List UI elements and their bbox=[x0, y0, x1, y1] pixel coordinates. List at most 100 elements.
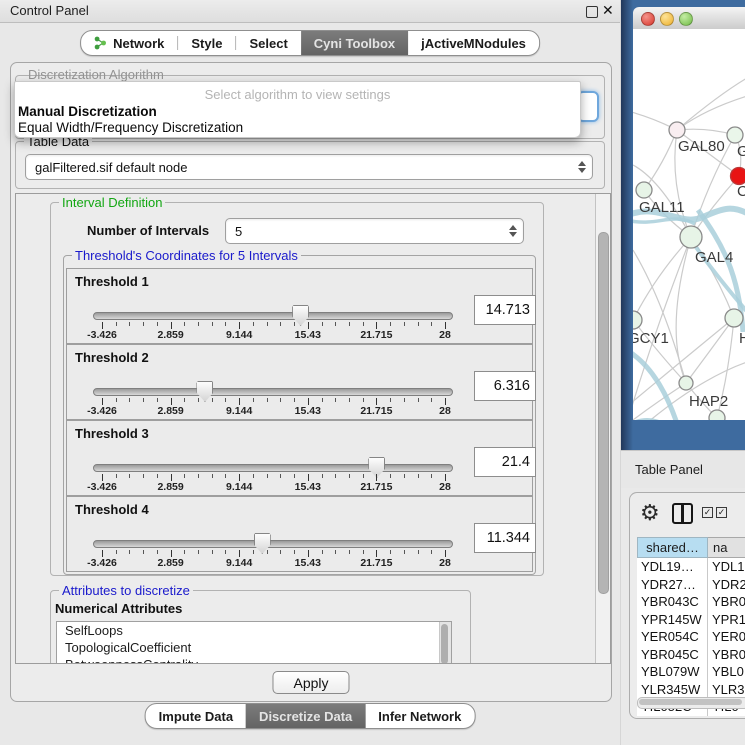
attribute-item[interactable]: TopologicalCoefficient bbox=[57, 639, 451, 656]
network-edge[interactable] bbox=[676, 237, 691, 383]
column-header-shared-name[interactable]: shared… bbox=[637, 537, 708, 558]
threshold-value-field[interactable] bbox=[474, 295, 536, 325]
horizontal-scrollbar[interactable] bbox=[637, 697, 745, 709]
attributes-group: Attributes to discretize Numerical Attri… bbox=[50, 590, 471, 664]
cell-name[interactable]: YLR3 bbox=[708, 681, 745, 699]
network-node-hap2[interactable] bbox=[679, 376, 693, 390]
cell-shared-name[interactable]: YDR27… bbox=[637, 576, 708, 594]
table-row[interactable]: YDR27…YDR2 bbox=[637, 576, 745, 594]
cell-name[interactable]: YER0 bbox=[708, 628, 745, 646]
tab-impute-data[interactable]: Impute Data bbox=[146, 704, 246, 728]
attribute-item[interactable]: SelfLoops bbox=[57, 622, 451, 639]
cell-shared-name[interactable]: YLR345W bbox=[637, 681, 708, 699]
cell-shared-name[interactable]: YBR043C bbox=[637, 593, 708, 611]
cell-shared-name[interactable]: YBL079W bbox=[637, 663, 708, 681]
algorithm-option-manual-discretization[interactable]: Manual Discretization bbox=[18, 104, 157, 119]
network-node[interactable] bbox=[709, 410, 725, 420]
table-row[interactable]: YBL079WYBL0 bbox=[637, 663, 745, 681]
algorithm-option-equal-width-frequency-discretization[interactable]: Equal Width/Frequency Discretization bbox=[18, 120, 243, 135]
cell-shared-name[interactable]: YER054C bbox=[637, 628, 708, 646]
network-edge[interactable] bbox=[677, 129, 735, 135]
threshold-value-field[interactable] bbox=[474, 447, 536, 477]
threshold-value-field[interactable] bbox=[474, 523, 536, 553]
network-edge-thick[interactable] bbox=[633, 347, 685, 420]
zoom-traffic-light-icon[interactable] bbox=[679, 12, 693, 26]
tab-style[interactable]: Style bbox=[178, 31, 235, 55]
minor-tick bbox=[116, 322, 117, 326]
network-edge[interactable] bbox=[677, 96, 745, 130]
cell-name[interactable]: YBR0 bbox=[708, 593, 745, 611]
cell-name[interactable]: YDR2 bbox=[708, 576, 745, 594]
minor-tick bbox=[116, 550, 117, 554]
slider-thumb[interactable] bbox=[254, 533, 271, 554]
cell-shared-name[interactable]: YPR145W bbox=[637, 611, 708, 629]
minor-tick bbox=[184, 474, 185, 478]
threshold-label: Threshold 1 bbox=[75, 274, 149, 289]
cell-name[interactable]: YDL1 bbox=[708, 558, 745, 576]
minor-tick bbox=[280, 550, 281, 554]
scrollbar-thumb[interactable] bbox=[441, 624, 448, 664]
minor-tick bbox=[404, 398, 405, 402]
vertical-scrollbar[interactable] bbox=[595, 194, 610, 663]
table-data-combobox[interactable]: galFiltered.sif default node bbox=[25, 154, 593, 180]
algorithm-placeholder-option[interactable]: Select algorithm to view settings bbox=[15, 87, 580, 102]
network-canvas[interactable]: GAL80GACGAL11GAL4GCY1HHAP2 bbox=[633, 29, 745, 420]
tab-infer-network[interactable]: Infer Network bbox=[365, 704, 474, 728]
slider-track[interactable] bbox=[93, 312, 453, 320]
network-edge[interactable] bbox=[633, 237, 691, 320]
network-node-gcy1[interactable] bbox=[633, 311, 642, 329]
cell-name[interactable]: YPR1 bbox=[708, 611, 745, 629]
bottom-tab-bar: Impute DataDiscretize DataInfer Network bbox=[145, 703, 476, 729]
number-of-intervals-value: 5 bbox=[235, 224, 242, 239]
scrollbar-thumb[interactable] bbox=[598, 232, 609, 594]
table-row[interactable]: YDL19…YDL1 bbox=[637, 558, 745, 576]
slider-track[interactable] bbox=[93, 540, 453, 548]
slider-track[interactable] bbox=[93, 464, 453, 472]
numerical-attributes-list[interactable]: SelfLoopsTopologicalCoefficientBetweenne… bbox=[56, 621, 452, 664]
tab-discretize-data[interactable]: Discretize Data bbox=[246, 704, 365, 728]
network-node-ga[interactable] bbox=[727, 127, 743, 143]
network-node-gal11[interactable] bbox=[636, 182, 652, 198]
major-tick bbox=[239, 398, 240, 405]
close-traffic-light-icon[interactable] bbox=[641, 12, 655, 26]
table-row[interactable]: YBR045CYBR0 bbox=[637, 646, 745, 664]
checkbox-icon[interactable]: ✓ bbox=[702, 507, 713, 518]
minor-tick bbox=[157, 474, 158, 478]
tab-cyni-toolbox[interactable]: Cyni Toolbox bbox=[301, 31, 408, 55]
number-of-intervals-combobox[interactable]: 5 bbox=[225, 218, 524, 244]
cell-shared-name[interactable]: YDL19… bbox=[637, 558, 708, 576]
network-edge[interactable] bbox=[644, 130, 677, 190]
network-node-gal80[interactable] bbox=[669, 122, 685, 138]
table-row[interactable]: YPR145WYPR1 bbox=[637, 611, 745, 629]
network-node-h[interactable] bbox=[725, 309, 743, 327]
table-row[interactable]: YBR043CYBR0 bbox=[637, 593, 745, 611]
cell-name[interactable]: YBL0 bbox=[708, 663, 745, 681]
minor-tick bbox=[184, 398, 185, 402]
tick-label: 9.144 bbox=[226, 405, 252, 417]
column-layout-icon[interactable] bbox=[672, 503, 693, 524]
table-row[interactable]: YLR345WYLR3 bbox=[637, 681, 745, 699]
minor-tick bbox=[335, 398, 336, 402]
tab-label: Cyni Toolbox bbox=[314, 36, 395, 51]
tab-jactivemnodules[interactable]: jActiveMNodules bbox=[408, 31, 539, 55]
threshold-value-field[interactable] bbox=[474, 371, 536, 401]
checkbox-icon[interactable]: ✓ bbox=[716, 507, 727, 518]
cell-name[interactable]: YBR0 bbox=[708, 646, 745, 664]
minimize-traffic-light-icon[interactable] bbox=[660, 12, 674, 26]
close-icon[interactable]: ✕ bbox=[602, 2, 614, 19]
cell-shared-name[interactable]: YBR045C bbox=[637, 646, 708, 664]
table-row[interactable]: YER054CYER0 bbox=[637, 628, 745, 646]
apply-button[interactable]: Apply bbox=[272, 671, 349, 694]
tab-select[interactable]: Select bbox=[236, 31, 300, 55]
attributes-list-scrollbar[interactable] bbox=[439, 622, 451, 664]
scrollbar-thumb[interactable] bbox=[639, 699, 742, 705]
minor-tick bbox=[294, 474, 295, 478]
column-header-name[interactable]: na bbox=[708, 537, 745, 558]
network-node-c[interactable] bbox=[731, 168, 745, 185]
minor-tick bbox=[390, 474, 391, 478]
gear-icon[interactable]: ⚙ bbox=[640, 498, 660, 528]
slider-track[interactable] bbox=[93, 388, 453, 396]
float-window-icon[interactable] bbox=[586, 6, 598, 18]
network-node-gal4[interactable] bbox=[680, 226, 702, 248]
tab-network[interactable]: Network bbox=[81, 31, 177, 55]
